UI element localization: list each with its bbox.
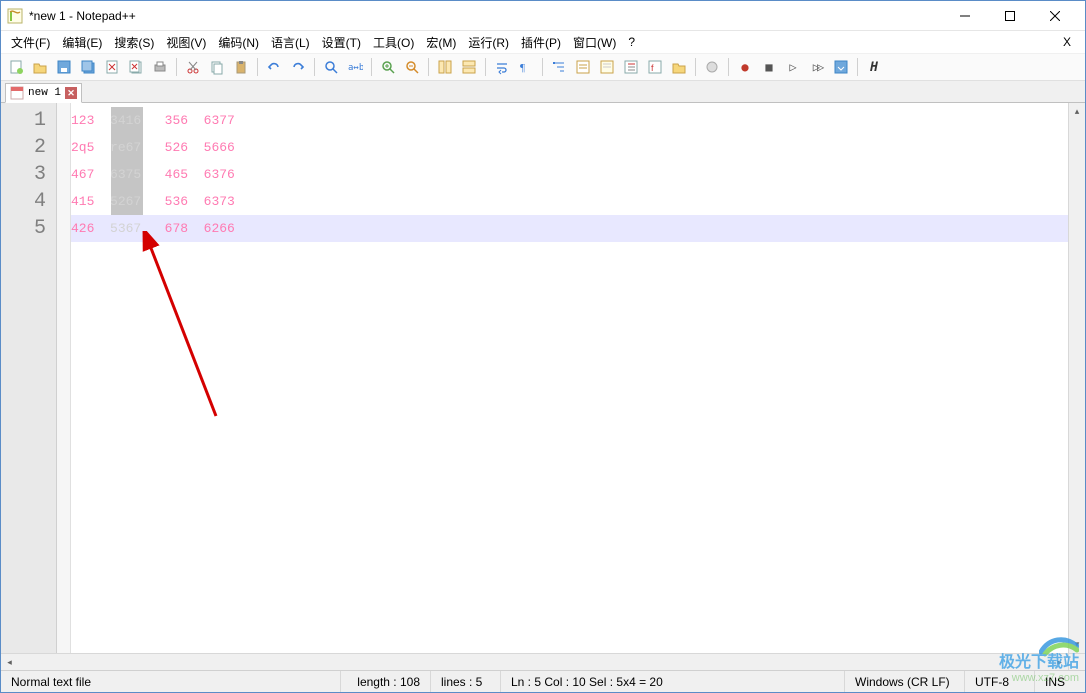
toolbar: a↔b¶f●■▷▷▷H [1, 53, 1085, 81]
status-mode[interactable]: INS [1035, 671, 1085, 692]
scroll-down-icon[interactable]: ▾ [1069, 636, 1085, 653]
stop-icon[interactable]: ■ [758, 56, 780, 78]
find-icon[interactable] [320, 56, 342, 78]
menu-help[interactable]: ? [622, 33, 641, 51]
maximize-button[interactable] [987, 2, 1032, 30]
menu-search[interactable]: 搜索(S) [108, 32, 160, 53]
cut-icon[interactable] [182, 56, 204, 78]
menu-encoding[interactable]: 编码(N) [212, 32, 265, 53]
tab-x-button[interactable]: X [1053, 35, 1081, 49]
scroll-left-icon[interactable]: ◂ [1, 654, 18, 670]
line-number: 5 [1, 215, 46, 242]
editor: 12345 123 3416 356 63772q5 re67 526 5666… [1, 103, 1085, 653]
tab-close-icon[interactable]: ✕ [65, 87, 77, 99]
svg-text:a↔b: a↔b [348, 63, 363, 73]
menu-language[interactable]: 语言(L) [265, 32, 316, 53]
open-file-icon[interactable] [29, 56, 51, 78]
menu-settings[interactable]: 设置(T) [316, 32, 367, 53]
status-file-type: Normal text file [1, 671, 341, 692]
menu-view[interactable]: 视图(V) [160, 32, 212, 53]
copy-icon[interactable] [206, 56, 228, 78]
zoom-in-icon[interactable] [377, 56, 399, 78]
doc-list-icon[interactable] [620, 56, 642, 78]
app-icon [7, 8, 23, 24]
menu-macro[interactable]: 宏(M) [420, 32, 462, 53]
line-number: 1 [1, 107, 46, 134]
sync-h-icon[interactable] [458, 56, 480, 78]
zoom-out-icon[interactable] [401, 56, 423, 78]
folder-icon[interactable] [668, 56, 690, 78]
save-icon[interactable] [53, 56, 75, 78]
vertical-scrollbar[interactable]: ▴ ▾ [1068, 103, 1085, 653]
save-all-icon[interactable] [77, 56, 99, 78]
indent-guide-icon[interactable] [548, 56, 570, 78]
window-title: *new 1 - Notepad++ [29, 9, 942, 23]
line-number: 2 [1, 134, 46, 161]
status-length: length : 108 [341, 671, 431, 692]
menu-tools[interactable]: 工具(O) [367, 32, 420, 53]
title-bar: *new 1 - Notepad++ [1, 1, 1085, 31]
folding-margin[interactable] [57, 103, 71, 653]
tab-bar: new 1 ✕ [1, 81, 1085, 103]
tab-label: new 1 [28, 87, 61, 99]
status-position: Ln : 5 Col : 10 Sel : 5x4 = 20 [501, 671, 845, 692]
close-button[interactable] [1032, 2, 1077, 30]
menu-window[interactable]: 窗口(W) [567, 32, 622, 53]
redo-icon[interactable] [287, 56, 309, 78]
menu-plugins[interactable]: 插件(P) [515, 32, 567, 53]
scroll-right-icon[interactable]: ▸ [1051, 654, 1068, 670]
monitor-icon[interactable] [701, 56, 723, 78]
menu-bar: 文件(F) 编辑(E) 搜索(S) 视图(V) 编码(N) 语言(L) 设置(T… [1, 31, 1085, 53]
line-number: 4 [1, 188, 46, 215]
print-icon[interactable] [149, 56, 171, 78]
code-line[interactable]: 426 5367 678 6266 [71, 215, 1068, 242]
close-all-icon[interactable] [125, 56, 147, 78]
new-file-icon[interactable] [5, 56, 27, 78]
paste-icon[interactable] [230, 56, 252, 78]
svg-text:¶: ¶ [520, 62, 525, 74]
menu-edit[interactable]: 编辑(E) [56, 32, 108, 53]
sync-v-icon[interactable] [434, 56, 456, 78]
tab-new-1[interactable]: new 1 ✕ [5, 83, 82, 103]
text-area[interactable]: 123 3416 356 63772q5 re67 526 5666467 63… [71, 103, 1068, 653]
code-line[interactable]: 467 6375 465 6376 [71, 161, 1068, 188]
scroll-up-icon[interactable]: ▴ [1069, 103, 1085, 120]
doc-map-icon[interactable] [596, 56, 618, 78]
tab-modified-icon [10, 86, 24, 100]
status-eol[interactable]: Windows (CR LF) [845, 671, 965, 692]
line-number-gutter: 12345 [1, 103, 57, 653]
status-encoding[interactable]: UTF-8 [965, 671, 1035, 692]
status-bar: Normal text file length : 108 lines : 5 … [1, 670, 1085, 692]
func-list-icon[interactable]: f [644, 56, 666, 78]
horizontal-scrollbar[interactable]: ◂ ▸ [1, 653, 1085, 670]
code-line[interactable]: 123 3416 356 6377 [71, 107, 1068, 134]
record-icon[interactable]: ● [734, 56, 756, 78]
play-icon[interactable]: ▷ [782, 56, 804, 78]
status-lines: lines : 5 [431, 671, 501, 692]
menu-file[interactable]: 文件(F) [5, 32, 56, 53]
line-number: 3 [1, 161, 46, 188]
undo-icon[interactable] [263, 56, 285, 78]
save-macro-icon[interactable] [830, 56, 852, 78]
show-all-icon[interactable]: ¶ [515, 56, 537, 78]
play-multi-icon[interactable]: ▷▷ [806, 56, 828, 78]
menu-run[interactable]: 运行(R) [462, 32, 515, 53]
close-icon[interactable] [101, 56, 123, 78]
bold-h-icon[interactable]: H [863, 56, 885, 78]
minimize-button[interactable] [942, 2, 987, 30]
code-line[interactable]: 415 5267 536 6373 [71, 188, 1068, 215]
udl-icon[interactable] [572, 56, 594, 78]
code-line[interactable]: 2q5 re67 526 5666 [71, 134, 1068, 161]
replace-icon[interactable]: a↔b [344, 56, 366, 78]
word-wrap-icon[interactable] [491, 56, 513, 78]
